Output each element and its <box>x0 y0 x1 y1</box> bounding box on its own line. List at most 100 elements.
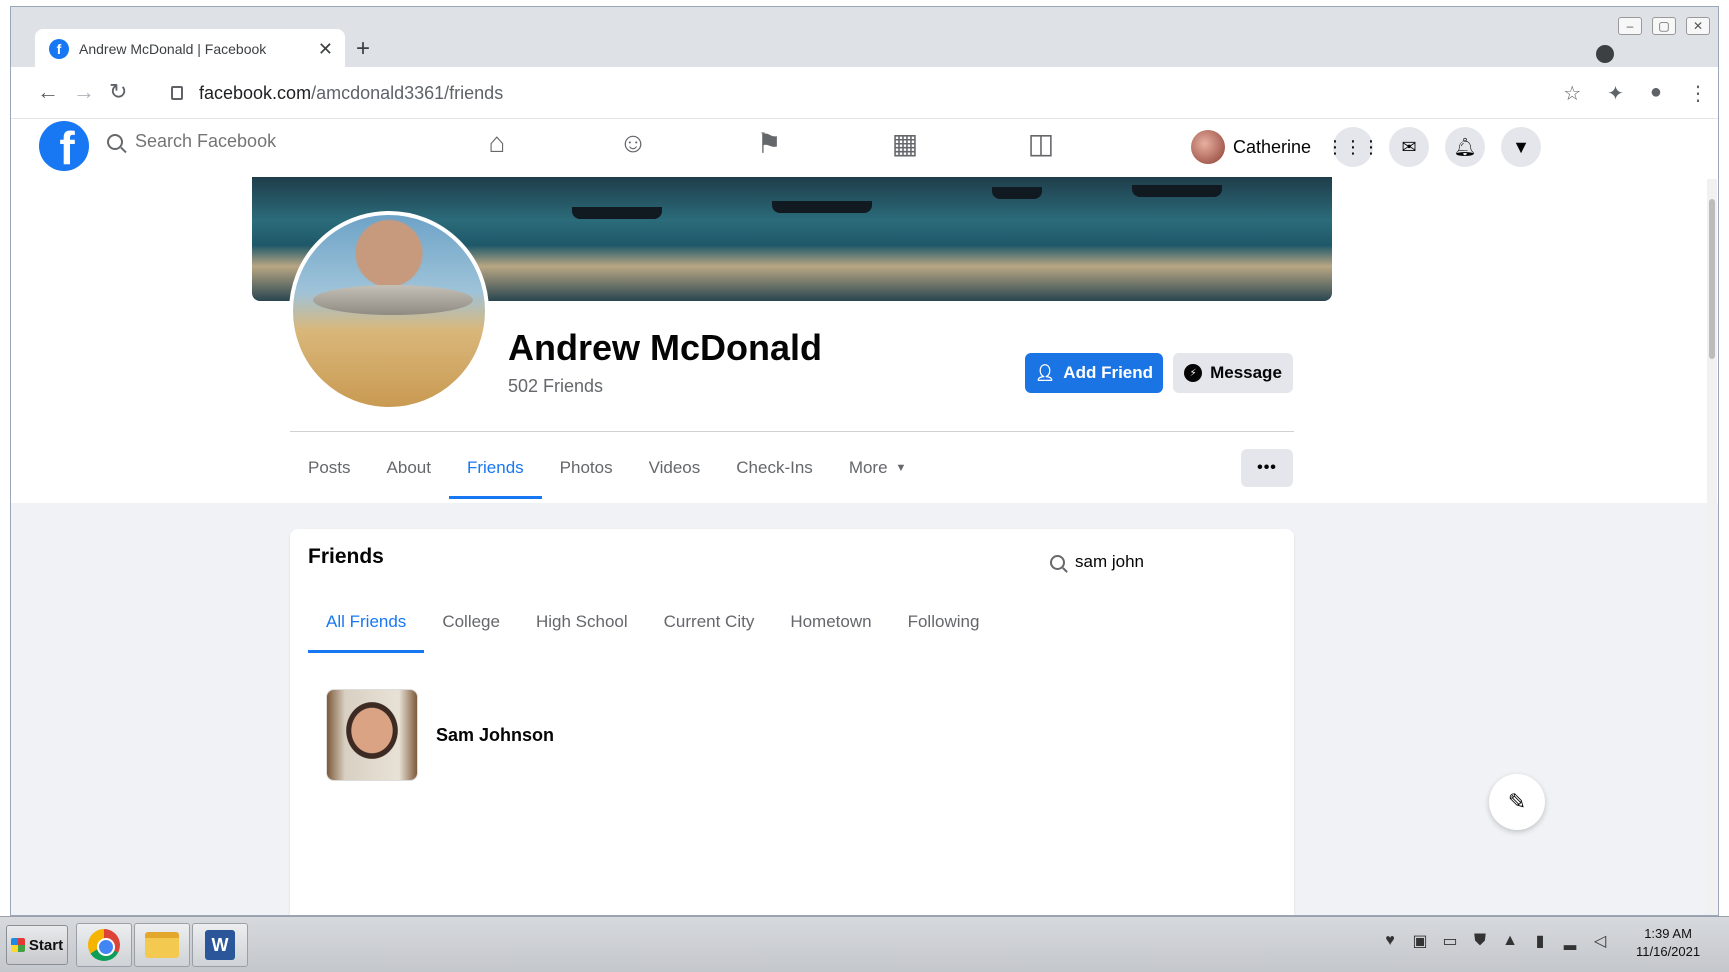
tab-posts[interactable]: Posts <box>290 437 369 499</box>
browser-tab[interactable]: f Andrew McDonald | Facebook ✕ <box>35 29 345 69</box>
tab-label: Hometown <box>790 612 872 631</box>
minimize-button[interactable]: – <box>1618 17 1642 35</box>
header-actions: ⋮⋮⋮ ✉ 🔔︎ ▼ <box>1326 127 1541 167</box>
friends-search-input[interactable] <box>1075 552 1195 572</box>
browser-toolbar: ← → ↻ facebook.com/amcdonald3361/friends… <box>11 67 1718 119</box>
friend-name[interactable]: Sam Johnson <box>436 725 554 746</box>
close-tab-icon[interactable]: ✕ <box>318 39 333 60</box>
maximize-button[interactable]: ▢ <box>1652 17 1676 35</box>
facebook-search-input[interactable] <box>135 131 315 152</box>
friend-photo[interactable] <box>326 689 418 781</box>
search-icon <box>1050 554 1065 570</box>
tab-label: Posts <box>308 458 351 477</box>
profile-divider <box>290 431 1294 432</box>
start-button[interactable]: Start <box>6 925 68 965</box>
profile-header: Andrew McDonald 502 Friends 👤︎ Add Frien… <box>11 177 1718 503</box>
friend-result-item[interactable]: Sam Johnson <box>326 689 554 781</box>
monitor-icon[interactable]: ▣ <box>1410 931 1430 951</box>
facebook-main-nav: ⌂ ☺ ⚑ ▦ ◫ <box>481 127 1057 160</box>
back-icon[interactable]: ← <box>37 79 59 105</box>
profile-picture[interactable] <box>289 211 489 411</box>
chrome-profile-icon[interactable] <box>1596 45 1614 63</box>
tab-title: Andrew McDonald | Facebook <box>79 41 267 57</box>
facebook-search[interactable] <box>107 131 315 152</box>
security-icon[interactable]: ♥ <box>1380 931 1400 951</box>
cover-boat <box>772 201 872 213</box>
pages-icon[interactable]: ⚑ <box>753 127 785 160</box>
url-host: facebook.com <box>199 82 312 103</box>
taskbar-explorer[interactable] <box>134 923 190 967</box>
messenger-icon: ⚡ <box>1184 364 1203 382</box>
window-controls: – ▢ ✕ <box>1618 17 1710 35</box>
forward-icon[interactable]: → <box>73 79 95 105</box>
new-tab-button[interactable]: + <box>356 35 370 63</box>
usb-icon[interactable]: ▮ <box>1530 931 1550 951</box>
system-tray: ♥ ▣ ▭ ⛊ ▲ ▮ ▂ ◁ <box>1380 931 1610 951</box>
chrome-icon <box>88 929 120 961</box>
extensions-icon[interactable]: ✦ <box>1607 81 1624 106</box>
profile-tabs: Posts About Friends Photos Videos Check-… <box>290 437 924 499</box>
star-icon[interactable]: ☆ <box>1563 81 1581 106</box>
messenger-icon[interactable]: ✉ <box>1389 127 1429 167</box>
tab-videos[interactable]: Videos <box>631 437 719 499</box>
menu-icon[interactable]: ⋮ <box>1688 81 1708 106</box>
tab-label: Check-Ins <box>736 458 813 477</box>
page-scrollbar[interactable] <box>1707 179 1717 915</box>
add-friend-button[interactable]: 👤︎ Add Friend <box>1025 353 1163 393</box>
message-button[interactable]: ⚡ Message <box>1173 353 1293 393</box>
tab-all-friends[interactable]: All Friends <box>308 591 425 653</box>
tab-label: High School <box>535 612 628 631</box>
caret-down-icon: ▼ <box>895 462 907 474</box>
clock-date: 11/16/2021 <box>1636 944 1701 959</box>
start-label: Start <box>28 936 64 954</box>
display-icon[interactable]: ▭ <box>1440 931 1460 951</box>
friend-count[interactable]: 502 Friends <box>508 376 603 397</box>
notifications-icon[interactable]: 🔔︎ <box>1445 127 1485 167</box>
tab-more[interactable]: More ▼ <box>831 437 925 499</box>
menu-grid-icon[interactable]: ⋮⋮⋮ <box>1326 127 1380 167</box>
facebook-logo[interactable]: f <box>39 121 89 171</box>
tab-following[interactable]: Following <box>890 591 998 653</box>
new-message-button[interactable]: ✎ <box>1489 774 1545 830</box>
friends-icon[interactable]: ☺ <box>617 127 649 160</box>
user-avatar <box>1191 130 1225 164</box>
tab-label: All Friends <box>326 612 407 631</box>
current-user[interactable]: Catherine <box>1191 130 1311 164</box>
cover-boat <box>572 207 662 219</box>
more-options-button[interactable]: ••• <box>1241 449 1293 487</box>
friends-card: Friends All Friends College High School … <box>290 529 1294 915</box>
tab-current-city[interactable]: Current City <box>646 591 773 653</box>
taskbar: Start W ♥ ▣ ▭ ⛊ ▲ ▮ ▂ ◁ 1:39 AM 11/16/20… <box>0 916 1729 972</box>
close-window-button[interactable]: ✕ <box>1686 17 1710 35</box>
user-name: Catherine <box>1233 136 1312 157</box>
taskbar-chrome[interactable] <box>76 923 132 967</box>
network-icon[interactable]: ▂ <box>1560 931 1580 951</box>
gaming-icon[interactable]: ◫ <box>1025 127 1057 160</box>
account-dropdown-icon[interactable]: ▼ <box>1501 127 1541 167</box>
tab-college[interactable]: College <box>424 591 518 653</box>
tab-check-ins[interactable]: Check-Ins <box>718 437 831 499</box>
home-icon[interactable]: ⌂ <box>481 127 513 160</box>
compose-icon: ✎ <box>1507 789 1527 814</box>
marketplace-icon[interactable]: ▦ <box>889 127 921 160</box>
tab-label: Current City <box>663 612 755 631</box>
scrollbar-thumb[interactable] <box>1709 199 1715 359</box>
search-icon <box>107 133 123 150</box>
reload-icon[interactable]: ↻ <box>109 79 127 105</box>
tab-label: About <box>386 458 431 477</box>
update-icon[interactable]: ▲ <box>1500 931 1520 951</box>
system-clock[interactable]: 1:39 AM 11/16/2021 <box>1636 925 1700 961</box>
cover-boat <box>1132 185 1222 197</box>
address-bar[interactable]: facebook.com/amcdonald3361/friends <box>171 75 1391 111</box>
add-friend-icon: 👤︎ <box>1034 365 1056 382</box>
shield-icon[interactable]: ⛊ <box>1470 931 1490 951</box>
tab-hometown[interactable]: Hometown <box>772 591 889 653</box>
taskbar-word[interactable]: W <box>192 923 248 967</box>
volume-icon[interactable]: ◁ <box>1590 931 1610 951</box>
tab-about[interactable]: About <box>369 437 449 499</box>
friends-search[interactable] <box>1050 549 1210 575</box>
tab-photos[interactable]: Photos <box>542 437 631 499</box>
tab-high-school[interactable]: High School <box>518 591 646 653</box>
tab-friends[interactable]: Friends <box>448 437 542 499</box>
profile-icon[interactable]: ● <box>1650 81 1662 106</box>
